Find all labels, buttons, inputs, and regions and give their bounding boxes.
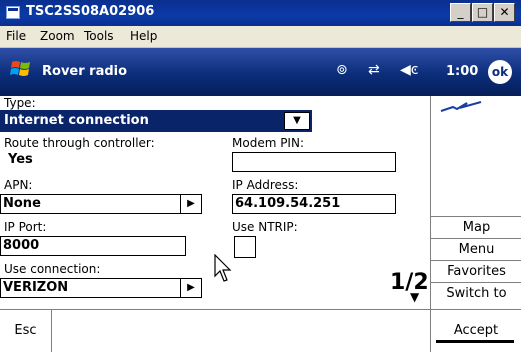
mouse-cursor-icon xyxy=(214,254,232,282)
window-title: TSC2SS08A02906 xyxy=(26,4,155,19)
nav-bar: Rover radio ⊚ ⇄ ◀ͼ 1:00 ok xyxy=(0,48,521,96)
chevron-down-icon: ▼ xyxy=(410,290,420,304)
switch-to-button[interactable]: Switch to xyxy=(431,282,521,309)
close-button[interactable]: ✕ xyxy=(494,3,515,22)
clock[interactable]: 1:00 xyxy=(446,64,478,79)
page-indicator[interactable]: 1/2 ▼ xyxy=(388,270,429,304)
network-icon[interactable]: ⇄ xyxy=(368,62,380,78)
menu-zoom[interactable]: Zoom xyxy=(40,29,75,43)
bottom-bar: Esc Accept xyxy=(0,309,521,352)
ip-address-label: IP Address: xyxy=(232,178,299,192)
menu-tools[interactable]: Tools xyxy=(84,29,114,43)
menu-file[interactable]: File xyxy=(6,29,26,43)
menu-bar: File Zoom Tools Help xyxy=(0,26,521,48)
signal-icon xyxy=(440,101,482,112)
ip-port-label: IP Port: xyxy=(4,220,47,234)
accept-underline xyxy=(436,340,514,343)
connectivity-icon[interactable]: ⊚ xyxy=(336,62,348,78)
ip-address-field[interactable]: 64.109.54.251 xyxy=(232,194,396,214)
volume-icon[interactable]: ◀ͼ xyxy=(400,62,418,78)
nav-title: Rover radio xyxy=(42,64,128,79)
apn-value: None xyxy=(3,196,41,211)
map-button[interactable]: Map xyxy=(431,216,521,238)
menu-help[interactable]: Help xyxy=(130,29,157,43)
esc-button[interactable]: Esc xyxy=(0,310,52,352)
modem-pin-field[interactable] xyxy=(232,152,396,172)
chevron-down-icon[interactable]: ▼ xyxy=(284,112,310,130)
use-ntrip-label: Use NTRIP: xyxy=(232,220,298,234)
route-label: Route through controller: xyxy=(4,136,155,150)
maximize-button[interactable]: □ xyxy=(472,3,493,22)
rover-radio-form: Type: Internet connection ▼ Route throug… xyxy=(0,96,430,309)
type-label: Type: xyxy=(4,96,36,110)
favorites-button[interactable]: Favorites xyxy=(431,260,521,282)
window-title-bar: TSC2SS08A02906 _ □ ✕ xyxy=(0,0,521,26)
menu-button[interactable]: Menu xyxy=(431,238,521,260)
use-connection-value: VERIZON xyxy=(3,280,69,295)
use-connection-dropdown[interactable]: VERIZON ▶ xyxy=(0,278,202,298)
use-ntrip-checkbox[interactable] xyxy=(234,236,256,258)
app-icon xyxy=(6,6,20,19)
minimize-button[interactable]: _ xyxy=(450,3,471,22)
route-value[interactable]: Yes xyxy=(8,152,33,167)
use-connection-label: Use connection: xyxy=(4,262,101,276)
apn-dropdown[interactable]: None ▶ xyxy=(0,194,202,214)
triangle-right-icon[interactable]: ▶ xyxy=(180,279,201,297)
ip-port-field[interactable]: 8000 xyxy=(0,236,186,256)
triangle-right-icon[interactable]: ▶ xyxy=(180,195,201,213)
modem-pin-label: Modem PIN: xyxy=(232,136,304,150)
type-dropdown[interactable]: Internet connection ▼ xyxy=(0,110,312,132)
type-value: Internet connection xyxy=(4,113,149,128)
ok-button[interactable]: ok xyxy=(488,60,512,84)
apn-label: APN: xyxy=(4,178,33,192)
right-panel: Map Menu Favorites Switch to xyxy=(430,96,521,309)
accept-button[interactable]: Accept xyxy=(430,310,521,352)
windows-start-icon[interactable] xyxy=(10,58,32,80)
